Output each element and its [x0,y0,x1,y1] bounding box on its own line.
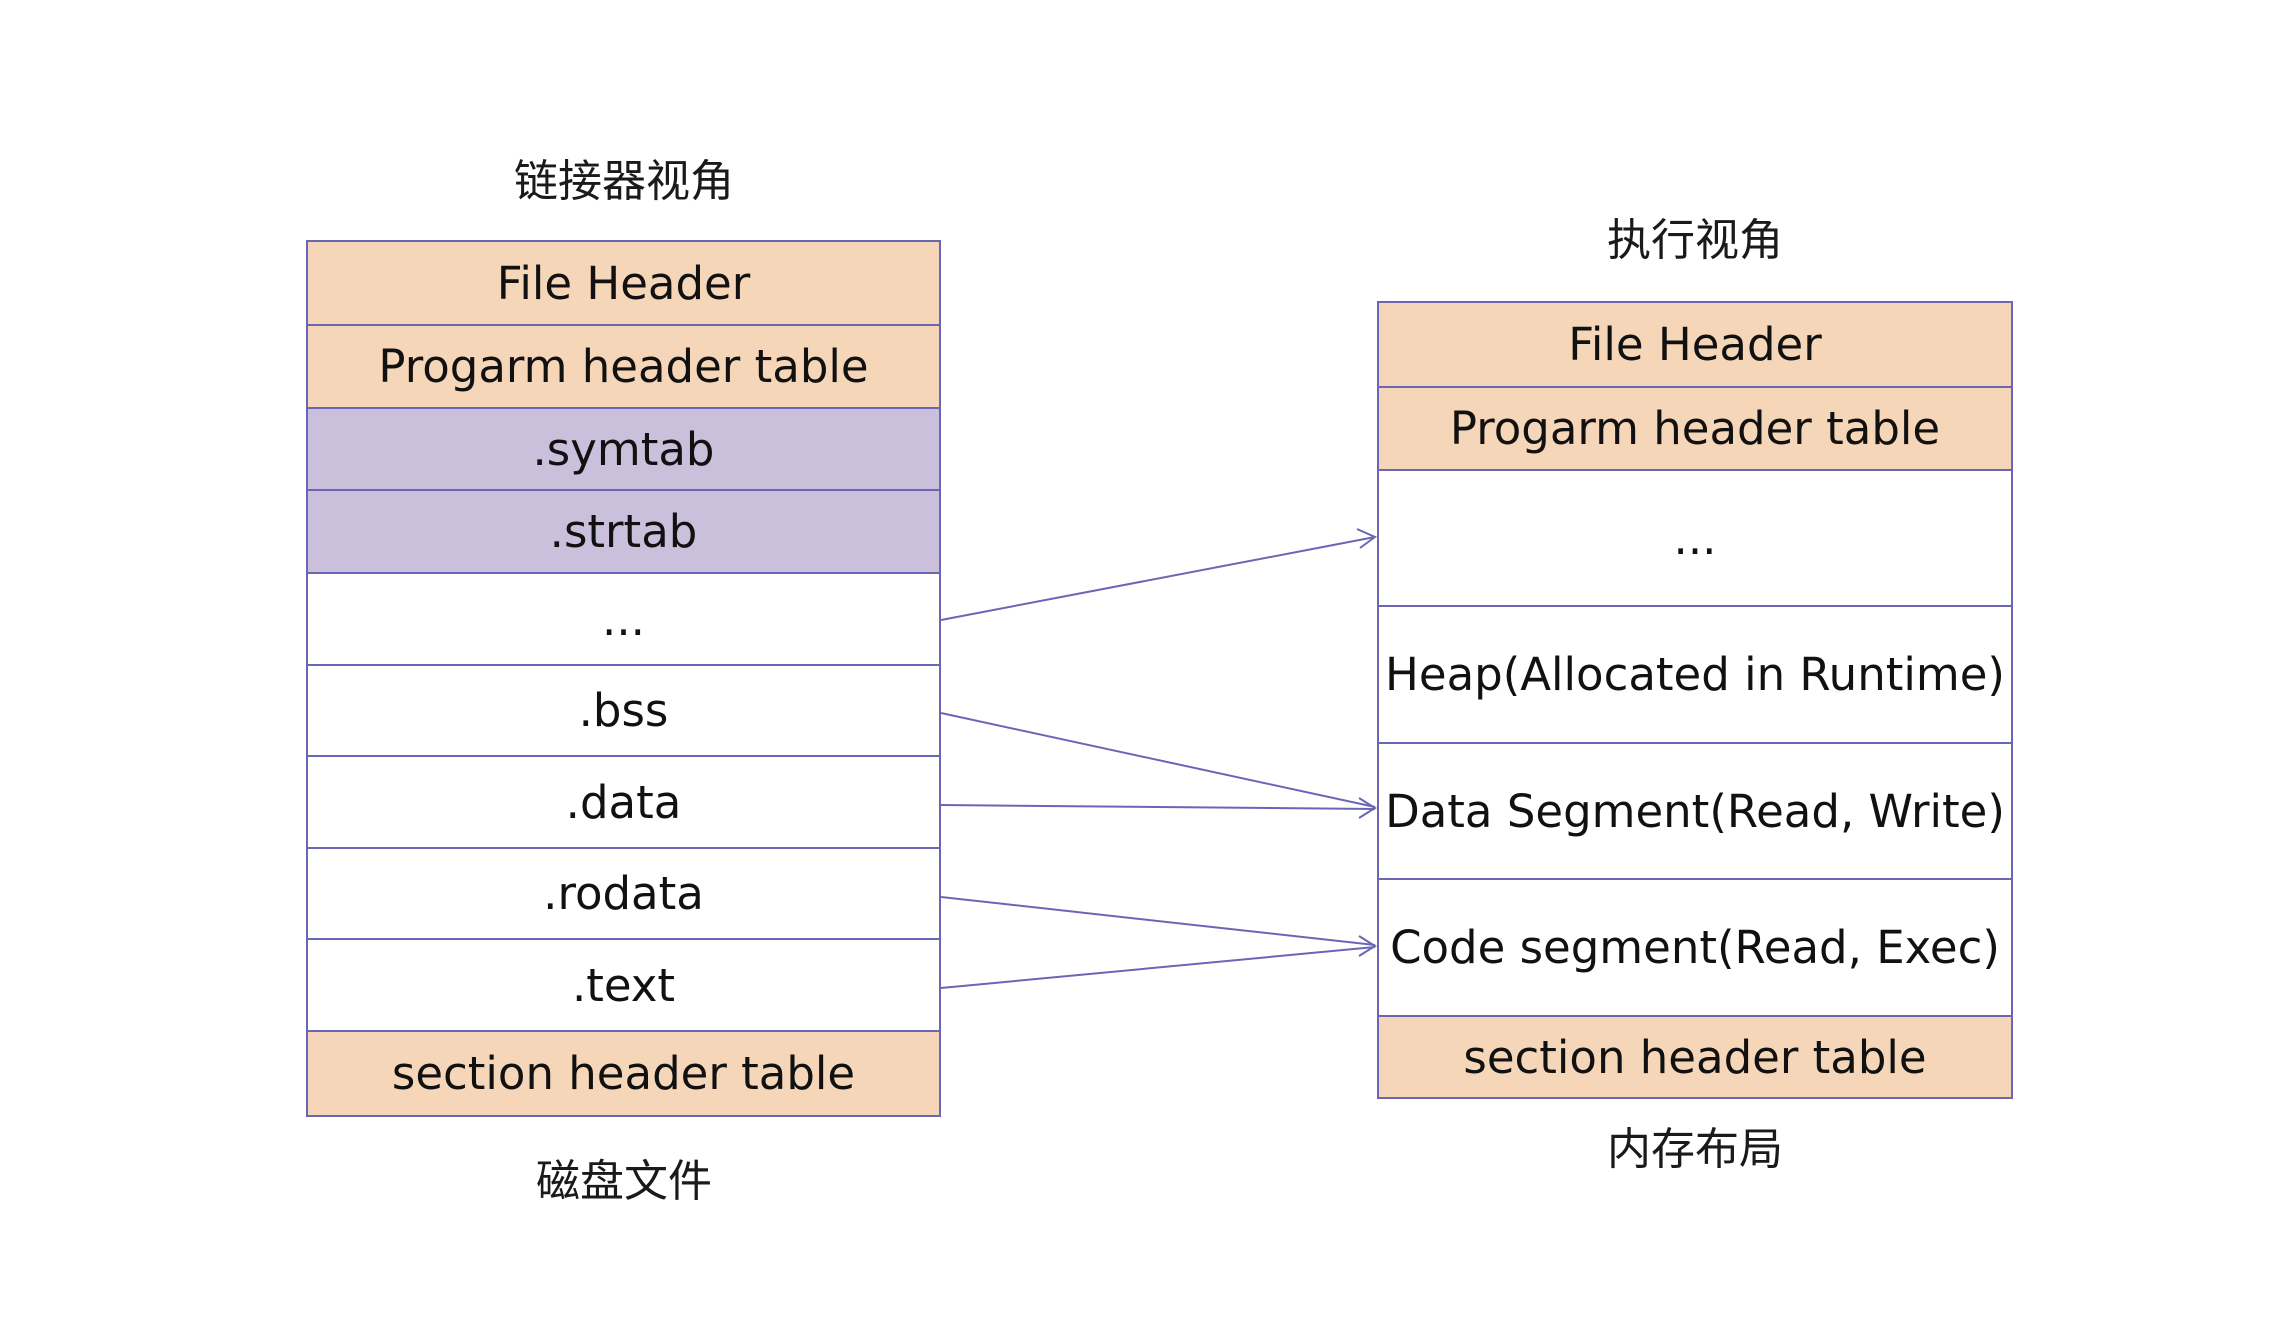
arrow-rodata-to-code-segment [940,896,1376,946]
arrow-bss-to-data-segment [940,712,1376,808]
arrow-head-icon [1358,935,1377,957]
arrow-ellipsis-to-ellipsis [940,536,1376,621]
arrow-text-to-code-segment [940,946,1376,989]
arrow-data-to-data-segment [940,804,1376,810]
mapping-arrows [940,528,1377,989]
